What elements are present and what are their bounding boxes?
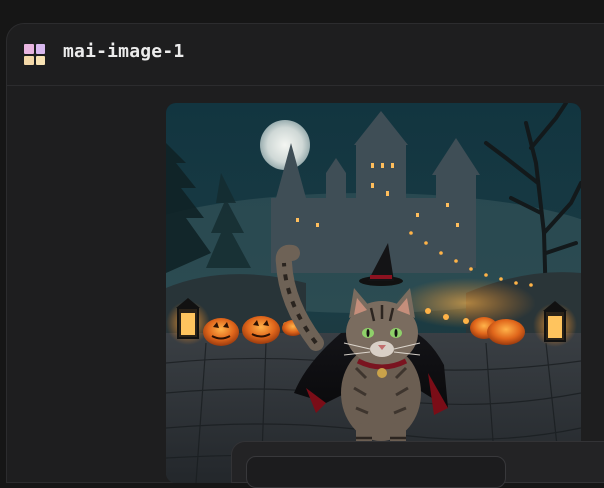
page-title: mai-image-1	[63, 41, 185, 62]
chat-panel: mai-image-1	[6, 23, 604, 483]
floating-panel	[231, 441, 604, 488]
panel-header: mai-image-1	[7, 24, 604, 86]
floating-panel-field[interactable]	[246, 456, 506, 488]
mai-image-app-icon	[24, 44, 45, 65]
generated-image[interactable]	[166, 103, 581, 483]
